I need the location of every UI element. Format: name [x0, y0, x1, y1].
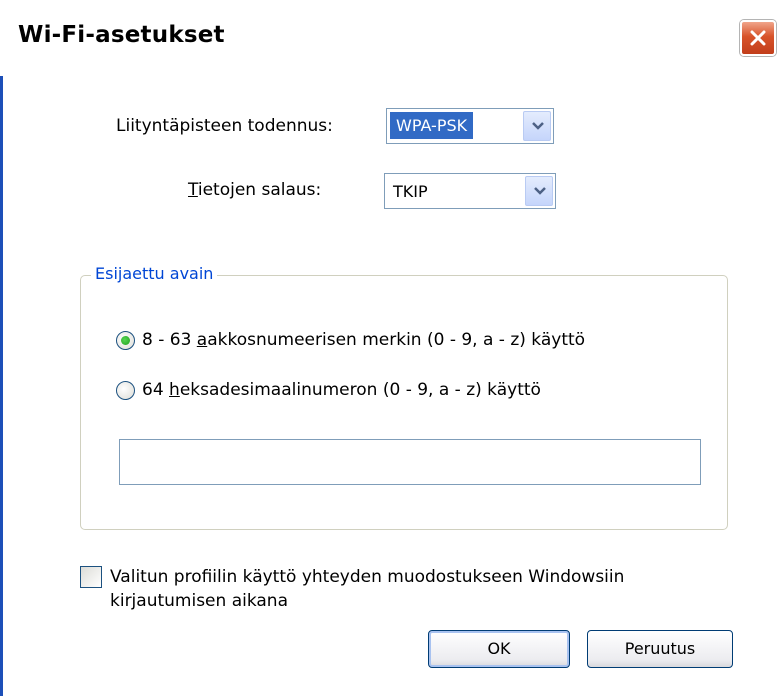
option2-prefix: 64: [142, 380, 170, 400]
chevron-down-icon: [534, 187, 546, 195]
auth-dropdown-button[interactable]: [523, 111, 551, 141]
dialog-title: Wi-Fi-asetukset: [18, 22, 225, 48]
logon-profile-label[interactable]: Valitun profiilin käyttö yhteyden muodos…: [110, 565, 624, 613]
psk-group-title: Esijaettu avain: [91, 264, 218, 283]
auth-label: Liityntäpisteen todennus:: [116, 116, 333, 136]
wifi-settings-dialog: Wi-Fi-asetukset Liityntäpisteen todennus…: [0, 0, 783, 696]
auth-select[interactable]: WPA-PSK: [386, 108, 554, 144]
close-icon: [750, 30, 766, 46]
encryption-label: Tietojen salaus:: [188, 180, 321, 200]
chevron-down-icon: [532, 122, 544, 130]
option2-access-key: h: [169, 380, 180, 400]
radio-alphanumeric-label[interactable]: 8 - 63 aakkosnumeerisen merkin (0 - 9, a…: [142, 330, 585, 350]
title-bar[interactable]: Wi-Fi-asetukset: [0, 0, 783, 76]
auth-select-value: WPA-PSK: [390, 112, 474, 139]
encryption-label-text: ietojen salaus:: [197, 180, 322, 200]
logon-profile-label-line1: Valitun profiilin käyttö yhteyden muodos…: [110, 567, 625, 587]
option2-text: eksadesimaalinumeron (0 - 9, a - z) käyt…: [179, 380, 541, 400]
close-button[interactable]: [740, 20, 776, 56]
radio-selected-dot: [121, 336, 130, 345]
psk-group-box: [80, 275, 728, 530]
radio-hexadecimal-label[interactable]: 64 heksadesimaalinumeron (0 - 9, a - z) …: [142, 380, 541, 400]
radio-hexadecimal[interactable]: [116, 381, 135, 400]
radio-alphanumeric[interactable]: [116, 331, 135, 350]
option1-text: akkosnumeerisen merkin (0 - 9, a - z) kä…: [207, 330, 586, 350]
ok-button[interactable]: OK: [428, 630, 570, 668]
logon-profile-checkbox[interactable]: [80, 566, 102, 588]
option1-access-key: a: [196, 330, 208, 350]
option1-prefix: 8 - 63: [142, 330, 197, 350]
encryption-label-access-key: T: [188, 180, 198, 200]
psk-key-input[interactable]: [119, 439, 701, 485]
encryption-select-value: TKIP: [393, 182, 428, 201]
encryption-dropdown-button[interactable]: [525, 176, 553, 206]
logon-profile-label-line2: kirjautumisen aikana: [110, 591, 288, 611]
cancel-button[interactable]: Peruutus: [587, 630, 733, 668]
encryption-select[interactable]: TKIP: [384, 173, 556, 209]
